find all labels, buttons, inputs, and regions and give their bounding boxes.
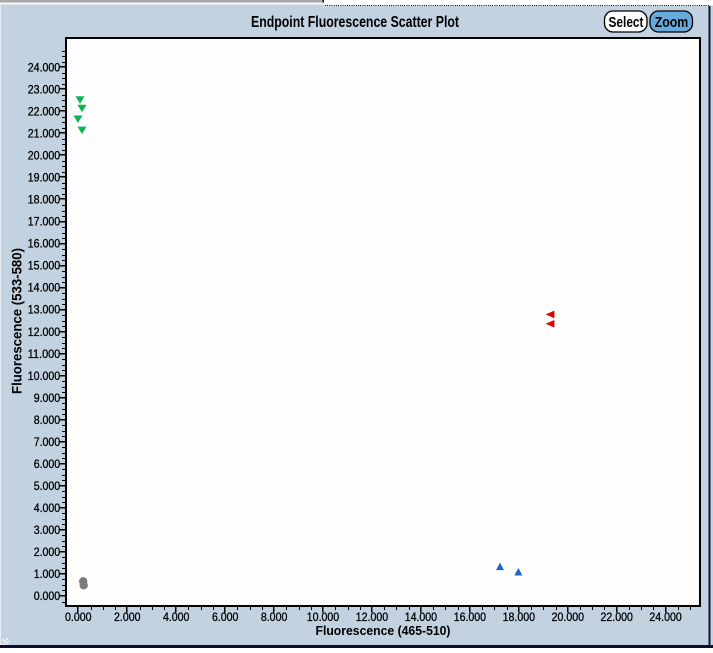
- svg-text:16.000: 16.000: [454, 612, 486, 624]
- svg-text:14.000: 14.000: [405, 612, 437, 624]
- svg-text:20.000: 20.000: [552, 612, 584, 624]
- svg-text:1.000: 1.000: [34, 569, 61, 581]
- svg-text:Endpoint Fluorescence Scatter: Endpoint Fluorescence Scatter Plot: [251, 14, 460, 31]
- svg-text:Fluorescence (533-580): Fluorescence (533-580): [10, 248, 25, 394]
- svg-text:24.000: 24.000: [649, 612, 681, 624]
- svg-text:8.000: 8.000: [34, 415, 61, 427]
- svg-text:18.000: 18.000: [503, 612, 535, 624]
- svg-text:24.000: 24.000: [28, 62, 60, 74]
- svg-text:5.000: 5.000: [34, 481, 61, 493]
- svg-text:2.000: 2.000: [34, 547, 61, 559]
- svg-text:23.000: 23.000: [28, 85, 60, 97]
- svg-text:3.000: 3.000: [34, 525, 61, 537]
- svg-text:21.000: 21.000: [28, 129, 60, 141]
- svg-text:7.000: 7.000: [34, 437, 61, 449]
- svg-text:19.000: 19.000: [28, 173, 60, 185]
- svg-text:11.000: 11.000: [28, 349, 60, 361]
- svg-text:20.000: 20.000: [28, 151, 60, 163]
- svg-text:Zoom: Zoom: [655, 14, 689, 31]
- svg-text:17.000: 17.000: [28, 217, 60, 229]
- svg-text:18.000: 18.000: [28, 195, 60, 207]
- svg-text:10.000: 10.000: [307, 612, 339, 624]
- svg-text:4.000: 4.000: [34, 503, 61, 515]
- svg-text:22.000: 22.000: [28, 107, 60, 119]
- svg-text:12.000: 12.000: [356, 612, 388, 624]
- svg-text:14.000: 14.000: [28, 283, 60, 295]
- svg-text:4.000: 4.000: [163, 612, 190, 624]
- svg-text:13.000: 13.000: [28, 305, 60, 317]
- svg-text:Select: Select: [609, 14, 644, 31]
- svg-text:6.000: 6.000: [212, 612, 239, 624]
- svg-text:0.000: 0.000: [65, 612, 92, 624]
- svg-text:22.000: 22.000: [601, 612, 633, 624]
- svg-text:9.000: 9.000: [34, 393, 61, 405]
- svg-text:12.000: 12.000: [28, 327, 60, 339]
- svg-text:6.000: 6.000: [34, 459, 61, 471]
- svg-text:10.000: 10.000: [28, 371, 60, 383]
- svg-text:2.000: 2.000: [114, 612, 141, 624]
- svg-text:8.000: 8.000: [261, 612, 288, 624]
- svg-text:0.000: 0.000: [34, 591, 61, 603]
- svg-text:16.000: 16.000: [28, 239, 60, 251]
- svg-text:Fluorescence (465-510): Fluorescence (465-510): [316, 623, 451, 638]
- svg-text:15.000: 15.000: [28, 261, 60, 273]
